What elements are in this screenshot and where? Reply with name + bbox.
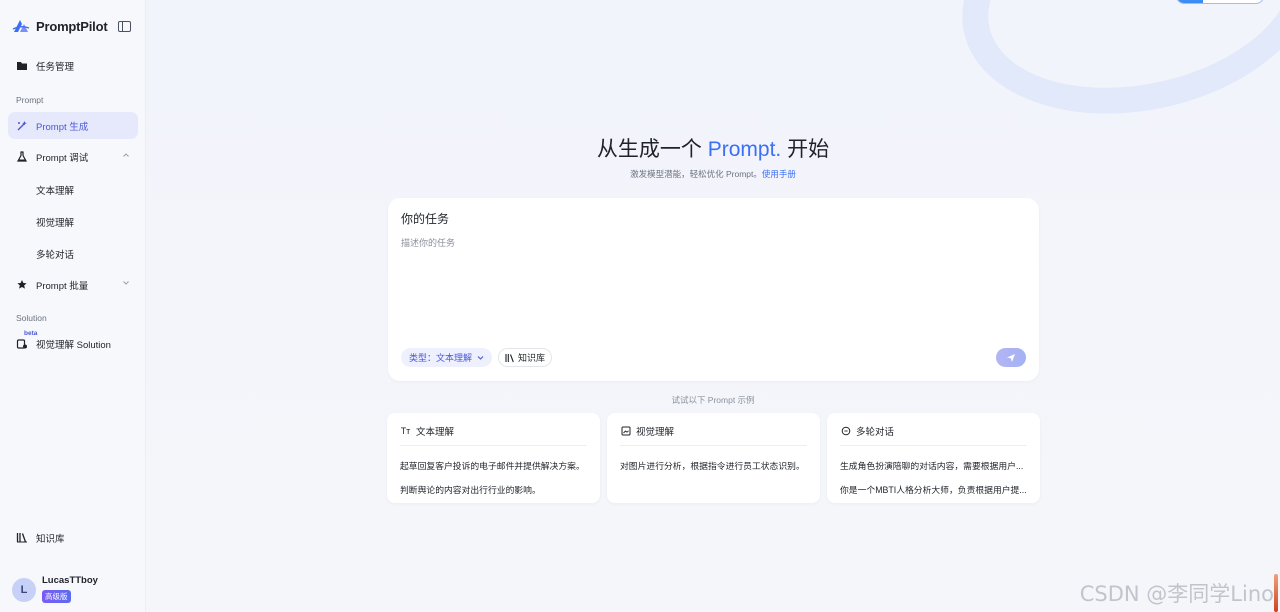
sidebar-item-prompt-batch[interactable]: Prompt 批量 [8,271,138,298]
divider [620,445,807,446]
sidebar-item-label: Prompt 生成 [36,121,89,133]
user-name: LucasTTboy [42,575,98,586]
sidebar-subitem-multiturn[interactable]: 多轮对话 [36,247,74,261]
task-title: 你的任务 [401,212,450,226]
sidebar-item-label: 知识库 [36,533,65,545]
watermark: CSDN @李同学Lino [1079,582,1274,606]
thermometer-icon [1274,574,1278,612]
hero-title-accent: Prompt. [707,138,782,161]
main-content: 从生成一个 Prompt. 开始 激发模型潜能，轻松优化 Prompt。使用手册… [146,0,1280,612]
books-icon [16,532,28,544]
example-card-header: 多轮对话 [840,424,894,438]
task-input[interactable] [401,236,1021,336]
example-prompt-line[interactable]: 起草回复客户投诉的电子邮件并提供解决方案。 [400,459,590,472]
example-card-title: 文本理解 [416,427,455,438]
sidebar-collapse-icon[interactable] [118,21,131,32]
send-icon [1007,353,1015,362]
task-card: 你的任务 类型： 文本理解 知识库 [388,198,1039,381]
top-toggle[interactable] [1176,0,1264,4]
example-prompt-line[interactable]: 判断舆论的内容对出行行业的影响。 [400,483,590,496]
example-card-text[interactable]: Tт 文本理解 起草回复客户投诉的电子邮件并提供解决方案。 判断舆论的内容对出行… [387,413,600,503]
user-profile[interactable]: L LucasTTboy 高级版 [12,575,98,604]
knowledge-base-label: 知识库 [518,353,546,363]
chevron-down-icon[interactable] [122,279,130,287]
avatar: L [12,577,36,602]
type-value: 文本理解 [436,353,473,363]
example-card-title: 多轮对话 [856,427,895,438]
hero-title: 从生成一个 Prompt. 开始 [146,133,1280,163]
solution-icon [16,338,28,350]
manual-link[interactable]: 使用手册 [762,169,796,179]
section-label-solution: Solution [16,313,47,323]
hero-subtitle: 激发模型潜能，轻松优化 Prompt。使用手册 [146,168,1280,180]
promptpilot-logo-icon [12,20,30,32]
knowledge-base-button[interactable]: 知识库 [498,348,553,367]
section-label-prompt: Prompt [16,95,44,105]
folder-icon [16,60,28,72]
image-icon [620,426,631,437]
hero-title-pre: 从生成一个 [596,138,708,161]
decorative-ring [940,0,1280,145]
hero-title-post: 开始 [781,138,830,161]
sidebar-item-prompt-generate[interactable]: Prompt 生成 [8,112,138,139]
chevron-up-icon[interactable] [122,151,130,159]
type-select[interactable]: 类型： 文本理解 [401,348,493,367]
divider [400,445,587,446]
chevron-down-icon [477,356,484,360]
batch-icon [16,279,28,291]
sidebar-item-label: 任务管理 [36,61,75,73]
example-card-visual[interactable]: 视觉理解 对图片进行分析，根据指令进行员工状态识别。 [607,413,820,503]
example-prompt-line[interactable]: 你是一个MBTI人格分析大师，负责根据用户提... [840,483,1030,496]
text-type-icon: Tт [400,426,411,436]
sidebar-item-label: 视觉理解 Solution [36,339,111,351]
example-card-title: 视觉理解 [636,427,675,438]
chat-icon [840,426,851,437]
example-prompt-line[interactable]: 对图片进行分析，根据指令进行员工状态识别。 [620,459,810,472]
examples-label: 试试以下 Prompt 示例 [671,395,755,405]
type-label: 类型： [409,353,437,363]
plan-badge: 高级版 [42,590,71,603]
example-card-multiturn[interactable]: 多轮对话 生成角色扮演陪聊的对话内容，需要根据用户... 你是一个MBTI人格分… [827,413,1040,503]
sidebar: PromptPilot 任务管理 Prompt Prompt 生成 Prompt… [0,0,146,612]
sidebar-item-task-manage[interactable]: 任务管理 [8,52,138,79]
example-card-header: Tт 文本理解 [400,424,454,438]
sidebar-item-visual-solution[interactable]: 视觉理解 Solution [8,330,138,357]
example-prompt-line[interactable]: 生成角色扮演陪聊的对话内容，需要根据用户... [840,459,1030,472]
flask-icon [16,150,28,163]
sidebar-item-prompt-debug[interactable]: Prompt 调试 [8,143,138,170]
hero-subtitle-text: 激发模型潜能，轻松优化 Prompt。 [630,169,762,179]
sidebar-item-label: Prompt 调试 [36,152,89,164]
sidebar-subitem-visual[interactable]: 视觉理解 [36,215,74,229]
brand-name: PromptPilot [36,18,108,34]
magic-wand-icon [16,120,28,132]
example-card-header: 视觉理解 [620,424,674,438]
sidebar-subitem-text[interactable]: 文本理解 [36,183,74,197]
sidebar-item-knowledge-base[interactable]: 知识库 [8,524,138,551]
divider [840,445,1027,446]
brand[interactable]: PromptPilot [12,18,108,34]
sidebar-item-label: Prompt 批量 [36,280,89,292]
books-icon [505,353,514,362]
send-button[interactable] [996,348,1026,367]
